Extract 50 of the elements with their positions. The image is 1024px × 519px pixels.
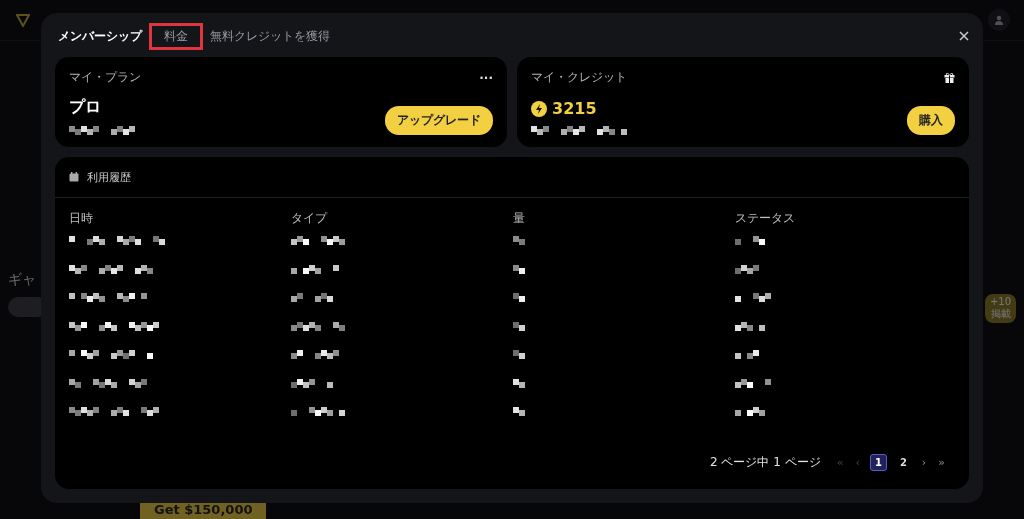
- redacted-text: [513, 407, 525, 416]
- panel-title: 利用履歴: [87, 169, 131, 185]
- page-button[interactable]: 1: [869, 454, 887, 471]
- redacted-text: [735, 378, 771, 388]
- column-header: タイプ: [291, 210, 327, 227]
- redacted-text: [291, 350, 339, 359]
- redacted-text: [291, 321, 345, 331]
- redacted-text: [291, 407, 345, 416]
- lightning-icon: [531, 100, 547, 117]
- redacted-text: [291, 378, 333, 388]
- tab[interactable]: メンバーシップ: [55, 22, 145, 50]
- redacted-text: [735, 350, 759, 359]
- redacted-text: [291, 236, 345, 245]
- more-button[interactable]: ···: [479, 70, 493, 85]
- calendar-icon: [69, 172, 79, 182]
- close-button[interactable]: [959, 31, 969, 41]
- plan-name: プロ: [69, 97, 102, 118]
- redacted-text: [735, 236, 765, 245]
- logo-icon: [16, 13, 30, 27]
- redacted-text: [291, 293, 333, 302]
- page-button[interactable]: 2: [894, 454, 912, 471]
- redacted-text: [513, 236, 525, 245]
- badge: +10 掲載: [984, 294, 1016, 323]
- column-header: 量: [513, 210, 525, 227]
- redacted-text: [735, 293, 771, 302]
- section-title: ギャ: [8, 271, 37, 289]
- redacted-text: [69, 126, 135, 135]
- upgrade-button[interactable]: アップグレード: [385, 106, 493, 135]
- redacted-text: [735, 321, 765, 331]
- redacted-text: [735, 407, 765, 416]
- column-header: ステータス: [735, 210, 795, 227]
- redacted-text: [291, 264, 339, 274]
- redacted-text: [735, 264, 759, 274]
- redacted-text: [513, 264, 525, 274]
- redacted-text: [513, 378, 525, 388]
- last-page-button[interactable]: »: [936, 456, 947, 469]
- tab[interactable]: 無料クレジットを獲得: [207, 22, 333, 50]
- column-header: 日時: [69, 210, 93, 227]
- card-title: マイ・クレジット: [531, 69, 627, 86]
- tab[interactable]: 料金: [149, 22, 203, 50]
- credit-amount: 3215: [552, 99, 597, 118]
- card-title: マイ・プラン: [69, 69, 141, 86]
- redacted-text: [513, 293, 525, 302]
- avatar-icon[interactable]: [988, 9, 1010, 31]
- redacted-text: [513, 321, 525, 331]
- gift-icon[interactable]: [944, 72, 955, 83]
- page-summary: 2 ページ中 1 ページ: [710, 454, 821, 471]
- next-page-button[interactable]: ›: [919, 456, 929, 469]
- buy-button[interactable]: 購入: [907, 106, 955, 135]
- redacted-text: [513, 350, 525, 359]
